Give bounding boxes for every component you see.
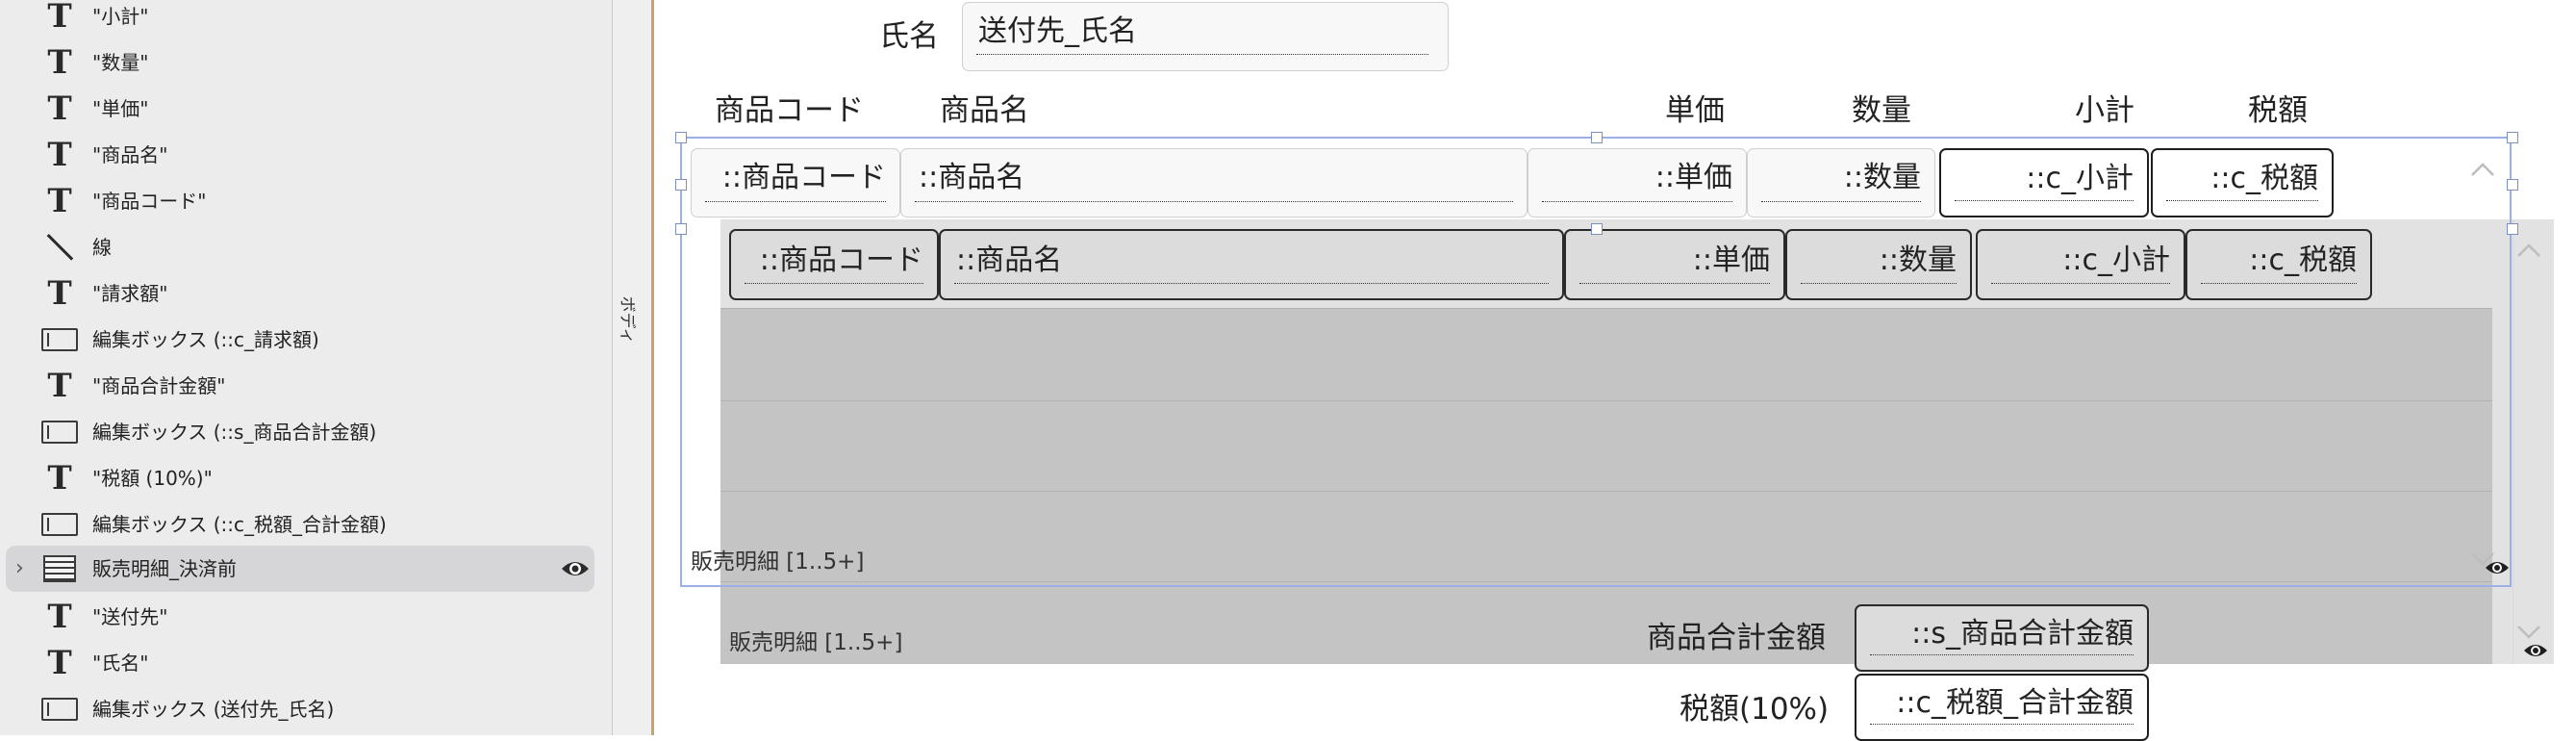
object-label: 編集ボックス (::s_商品合計金額)	[92, 421, 377, 444]
resize-handle[interactable]	[675, 223, 687, 235]
visibility-eye-icon[interactable]	[2522, 641, 2549, 660]
chevron-down-icon[interactable]	[2516, 624, 2541, 639]
object-row-text-qty[interactable]: T "数量"	[0, 39, 612, 86]
text-icon: T	[47, 598, 72, 636]
visibility-eye-icon[interactable]	[560, 557, 591, 580]
chevron-up-icon[interactable]	[2470, 162, 2495, 177]
line-icon	[38, 230, 81, 265]
portal-scroll-edge[interactable]	[2513, 219, 2554, 664]
header-unit-price: 単価	[1665, 93, 1725, 128]
object-label: 線	[92, 236, 112, 259]
text-icon: T	[47, 459, 72, 498]
resize-handle[interactable]	[1591, 223, 1603, 235]
object-row-text-billing[interactable]: T "請求額"	[0, 270, 612, 317]
text-icon: T	[47, 182, 72, 220]
outer-portal-label: 販売明細 [1..5+]	[729, 630, 903, 655]
resize-handle[interactable]	[2507, 223, 2518, 235]
name-label: 氏名	[879, 19, 939, 54]
object-label: "税額 (10%)"	[92, 467, 213, 490]
object-row-editbox-name[interactable]: 編集ボックス (送付先_氏名)	[0, 686, 612, 732]
object-label: "数量"	[92, 51, 149, 74]
portal-selection-frame[interactable]	[680, 137, 2512, 587]
text-icon: T	[47, 644, 72, 682]
object-label: "請求額"	[92, 282, 168, 305]
object-label: "送付先"	[92, 605, 168, 628]
object-row-line[interactable]: 線	[0, 224, 612, 270]
header-tax: 税額	[2248, 93, 2308, 128]
visibility-eye-icon[interactable]	[2484, 558, 2511, 577]
object-row-text-product-code[interactable]: T "商品コード"	[0, 178, 612, 224]
edit-box-icon	[38, 322, 81, 357]
object-label: "氏名"	[92, 652, 149, 675]
edit-box-icon	[38, 692, 81, 727]
object-row-editbox-billing[interactable]: 編集ボックス (::c_請求額)	[0, 317, 612, 363]
chevron-up-icon[interactable]	[2516, 243, 2541, 258]
product-total-label: 商品合計金額	[1647, 621, 1826, 655]
resize-handle[interactable]	[1591, 132, 1603, 143]
object-row-portal-selected[interactable]: › 販売明細_決済前	[6, 546, 594, 592]
object-row-text-tax[interactable]: T "税額 (10%)"	[0, 455, 612, 501]
edit-box-icon	[38, 507, 81, 542]
header-product-code: 商品コード	[715, 93, 864, 128]
object-row-text-price[interactable]: T "単価"	[0, 86, 612, 132]
tax-total-field[interactable]: ::c_税額_合計金額	[1855, 674, 2149, 741]
resize-handle[interactable]	[675, 132, 687, 143]
object-label: "商品コード"	[92, 190, 207, 213]
edit-box-icon	[38, 415, 81, 449]
object-row-text-subtotal[interactable]: T "小計"	[0, 0, 612, 39]
object-row-editbox-tax-total[interactable]: 編集ボックス (::c_税額_合計金額)	[0, 501, 612, 548]
header-subtotal: 小計	[2075, 93, 2134, 128]
name-field[interactable]: 送付先_氏名	[962, 2, 1449, 71]
object-label: 編集ボックス (送付先_氏名)	[92, 698, 335, 721]
object-row-text-destination[interactable]: T "送付先"	[0, 594, 612, 640]
text-icon: T	[47, 89, 72, 128]
object-row-text-product-total[interactable]: T "商品合計金額"	[0, 363, 612, 409]
object-label: "単価"	[92, 97, 149, 120]
resize-handle[interactable]	[2507, 132, 2518, 143]
expand-chevron-icon[interactable]: ›	[15, 546, 24, 592]
object-label: "商品名"	[92, 143, 168, 166]
object-label: "小計"	[92, 5, 149, 28]
portal-icon	[38, 551, 81, 586]
header-product-name: 商品名	[940, 93, 1029, 128]
object-row-text-product-name[interactable]: T "商品名"	[0, 132, 612, 178]
object-label: 販売明細_決済前	[92, 557, 237, 580]
body-band-label: ボディ	[617, 295, 637, 345]
object-row-editbox-product-total[interactable]: 編集ボックス (::s_商品合計金額)	[0, 409, 612, 455]
object-label: 編集ボックス (::c_請求額)	[92, 328, 319, 351]
text-icon: T	[47, 274, 72, 313]
text-icon: T	[47, 367, 72, 405]
tax-total-label: 税額(10%)	[1679, 692, 1830, 727]
resize-handle[interactable]	[675, 179, 687, 191]
text-icon: T	[47, 43, 72, 82]
text-icon: T	[47, 136, 72, 174]
text-icon: T	[47, 0, 72, 36]
resize-handle[interactable]	[2507, 179, 2518, 191]
object-label: 編集ボックス (::c_税額_合計金額)	[92, 513, 387, 536]
object-label: "商品合計金額"	[92, 374, 226, 397]
objects-panel: T "小計" T "数量" T "単価" T "商品名" T "商品コード" 線…	[0, 0, 613, 735]
header-quantity: 数量	[1852, 93, 1911, 128]
object-row-text-name[interactable]: T "氏名"	[0, 640, 612, 686]
product-total-field[interactable]: ::s_商品合計金額	[1855, 604, 2149, 672]
body-band-strip[interactable]: ボディ	[613, 0, 654, 735]
